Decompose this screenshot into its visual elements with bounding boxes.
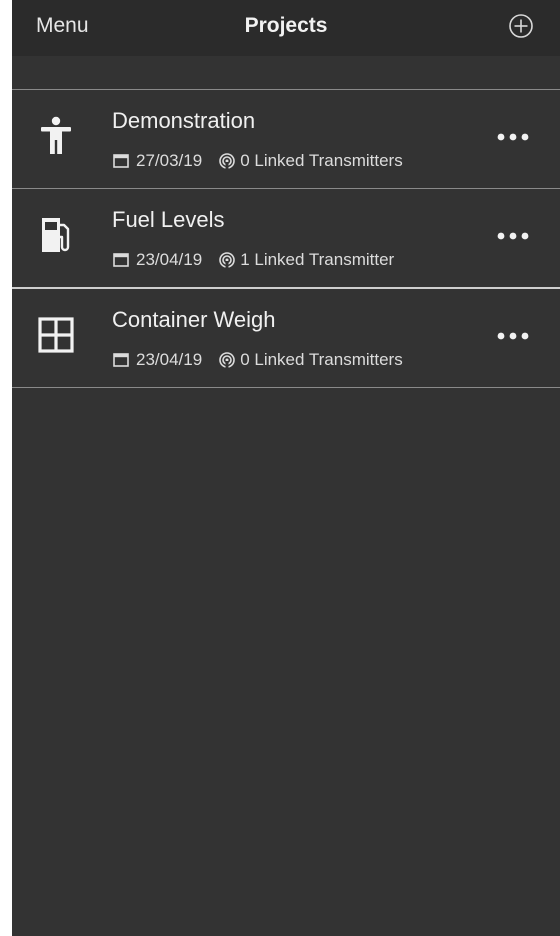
project-title: Fuel Levels xyxy=(112,207,225,232)
page-title: Projects xyxy=(244,14,328,37)
project-date: 23/04/19 xyxy=(136,350,203,369)
linked-transmitters: 0 Linked Transmitters xyxy=(240,151,403,170)
project-title: Container Weigh xyxy=(112,307,276,332)
signal-icon xyxy=(219,153,235,169)
grid-icon xyxy=(38,317,74,353)
linked-transmitters: 0 Linked Transmitters xyxy=(240,350,403,369)
project-date: 27/03/19 xyxy=(136,151,203,170)
more-options-icon[interactable] xyxy=(496,229,530,243)
calendar-icon xyxy=(113,154,129,168)
project-row-container-weigh[interactable]: Container Weigh 23/04/19 0 Linked Transm… xyxy=(12,287,560,388)
person-icon xyxy=(41,116,71,154)
calendar-icon xyxy=(113,253,129,267)
project-meta: 23/04/19 0 Linked Transmitters xyxy=(112,349,403,371)
header-spacer xyxy=(12,56,560,90)
linked-transmitters: 1 Linked Transmitter xyxy=(240,250,395,269)
more-options-icon[interactable] xyxy=(496,130,530,144)
more-options-icon[interactable] xyxy=(496,329,530,343)
project-date: 23/04/19 xyxy=(136,250,203,269)
fuel-pump-icon xyxy=(42,218,70,252)
project-row-fuel-levels[interactable]: Fuel Levels 23/04/19 1 Linked Transmitte… xyxy=(12,188,560,287)
plus-circle-icon[interactable] xyxy=(508,13,534,39)
nav-bar: Menu Projects xyxy=(12,0,560,56)
project-list: Demonstration 27/03/19 0 Linked Transmit… xyxy=(12,89,560,388)
signal-icon xyxy=(219,352,235,368)
project-title: Demonstration xyxy=(112,108,256,133)
signal-icon xyxy=(219,252,235,268)
project-meta: 27/03/19 0 Linked Transmitters xyxy=(112,150,403,172)
project-row-demonstration[interactable]: Demonstration 27/03/19 0 Linked Transmit… xyxy=(12,89,560,188)
project-meta: 23/04/19 1 Linked Transmitter xyxy=(112,249,394,271)
app-screen: Menu Projects Demonstration 27/03/19 0 L… xyxy=(12,0,560,936)
calendar-icon xyxy=(113,353,129,367)
